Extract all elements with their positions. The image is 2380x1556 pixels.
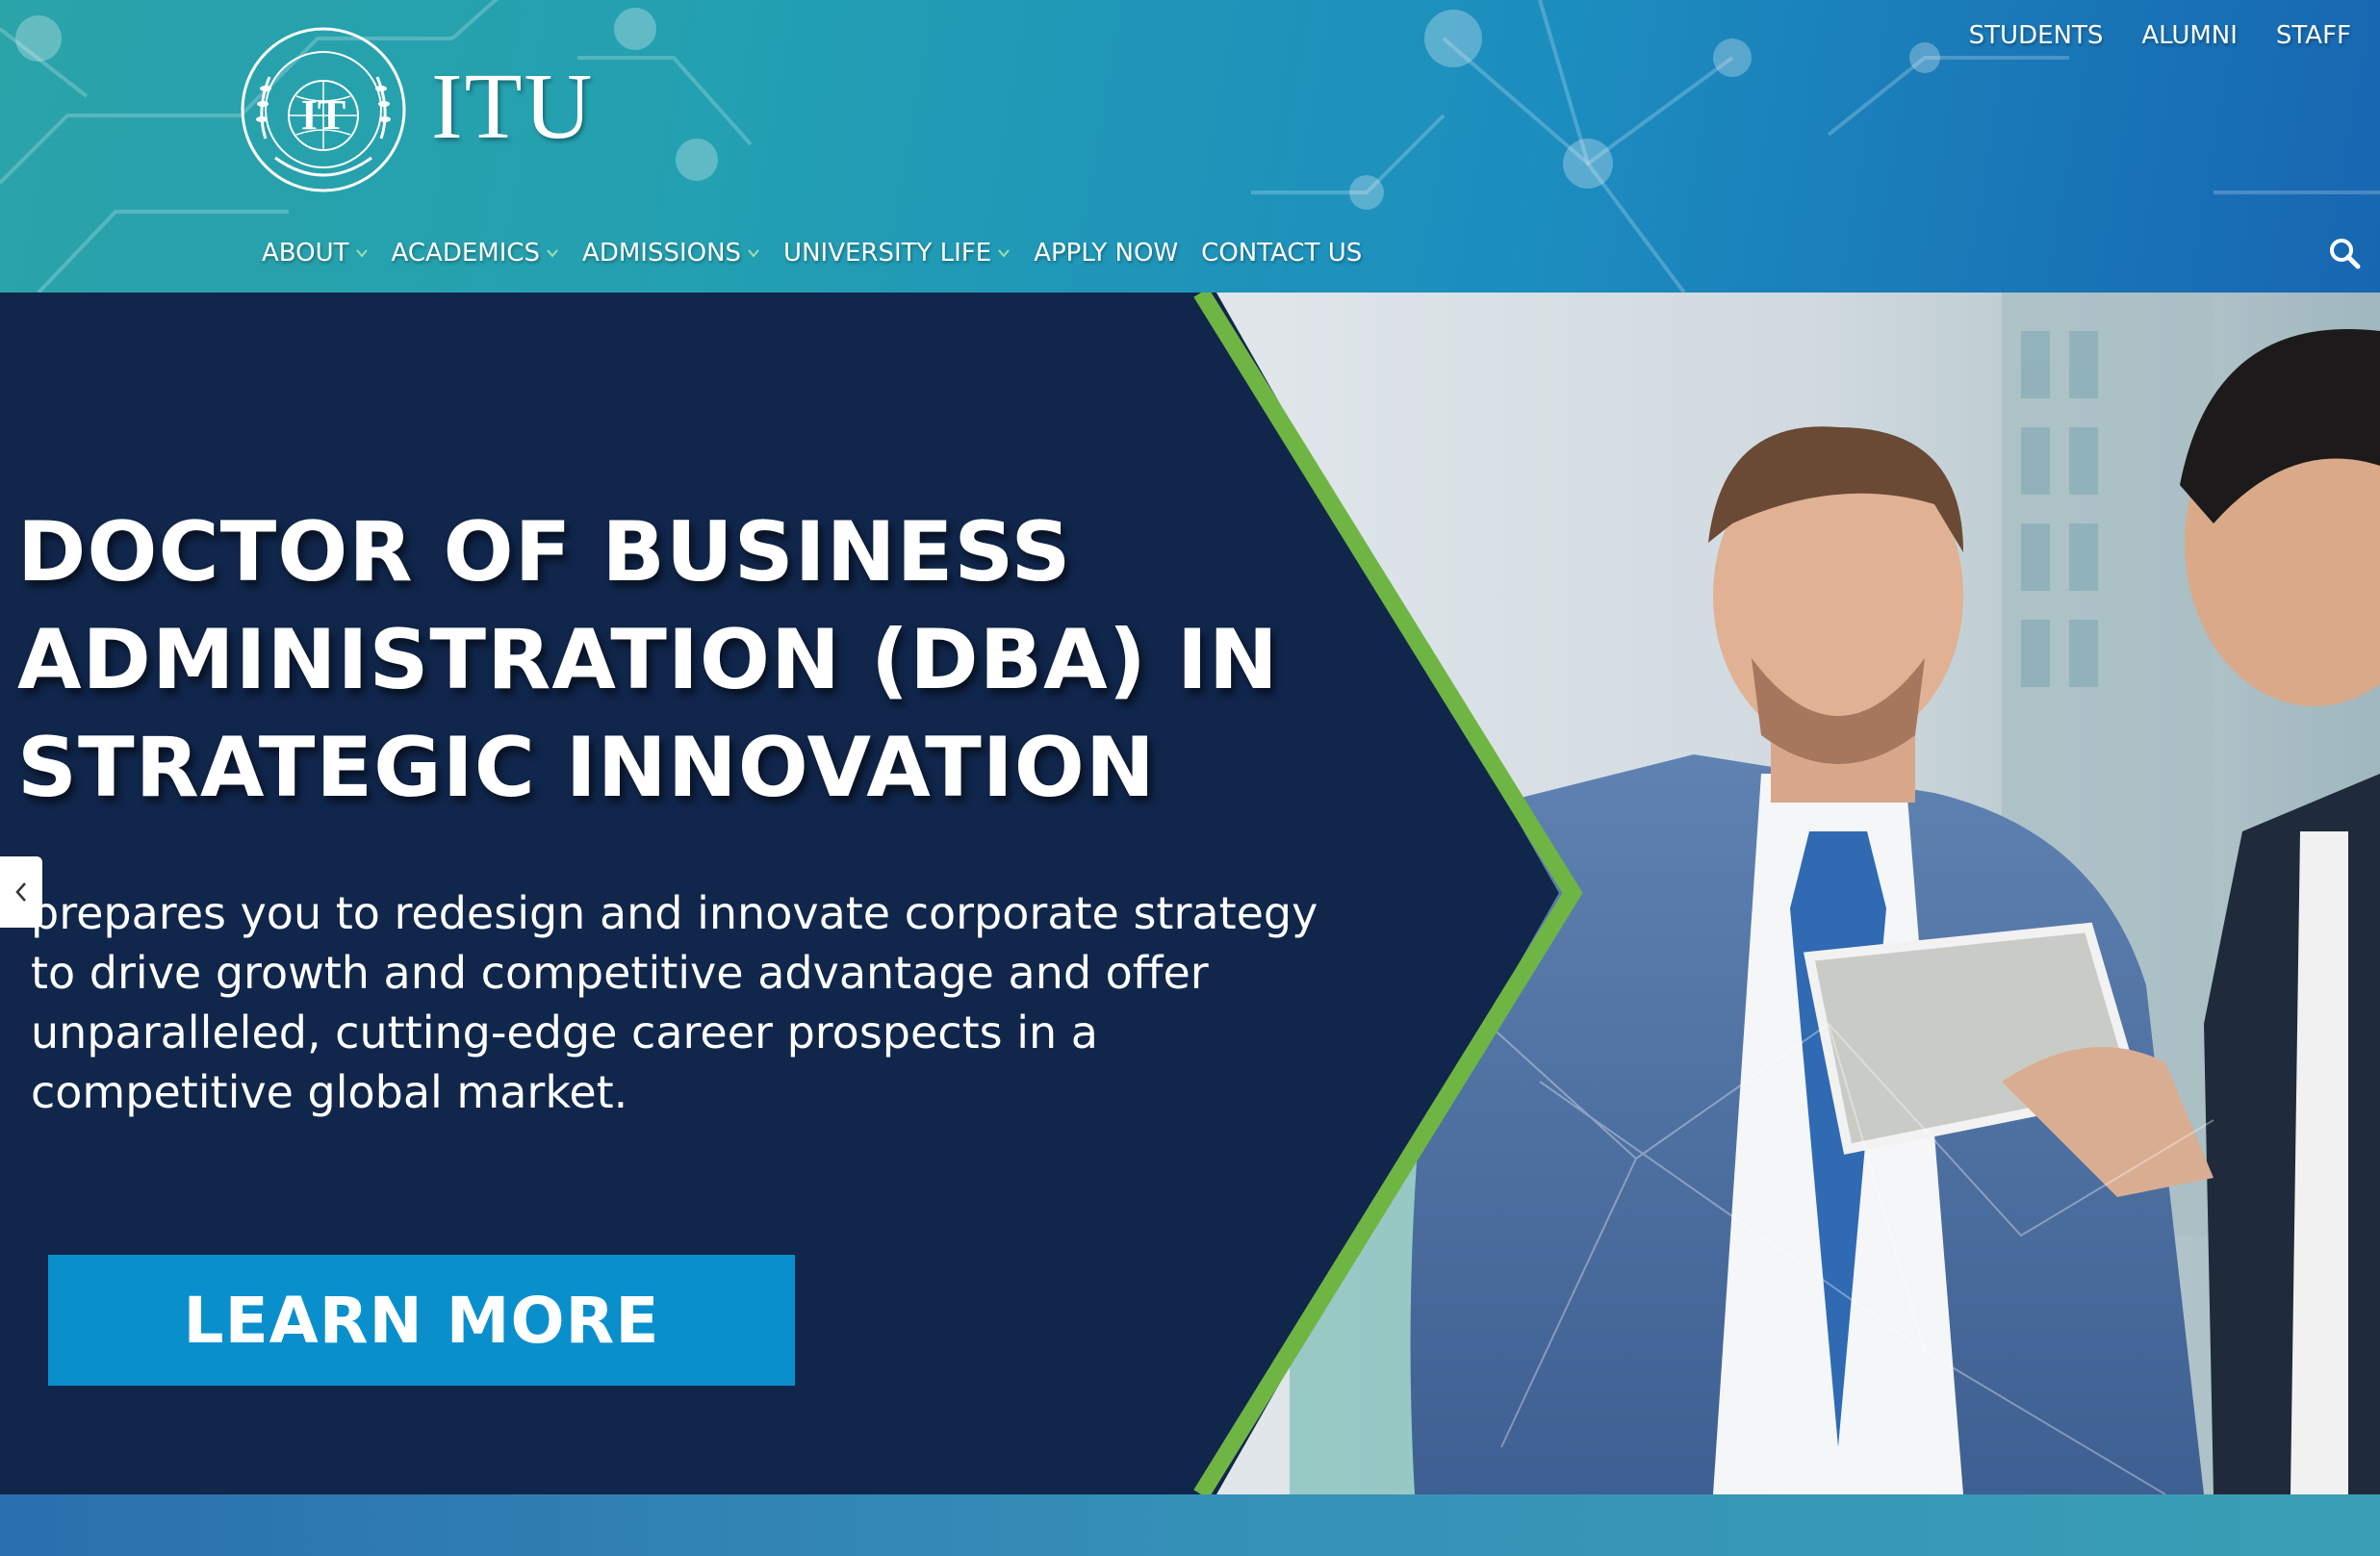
chevron-down-icon <box>748 249 759 258</box>
util-link-students[interactable]: STUDENTS <box>1969 21 2104 50</box>
nav-label: ACADEMICS <box>391 239 541 268</box>
brand-name[interactable]: ITU <box>431 54 594 160</box>
nav-item-apply-now[interactable]: APPLY NOW <box>1034 239 1178 268</box>
site-header: IT ITU STUDENTS ALUMNI STAFF ABOUT ACADE… <box>0 0 2380 293</box>
itu-seal-logo[interactable]: IT <box>237 23 410 196</box>
slider-prev-button[interactable] <box>0 856 42 928</box>
main-nav: ABOUT ACADEMICS ADMISSIONS UNIVERSITY LI… <box>262 239 1362 268</box>
nav-label: ADMISSIONS <box>582 239 742 268</box>
nav-item-about[interactable]: ABOUT <box>262 239 369 268</box>
nav-label: UNIVERSITY LIFE <box>783 239 992 268</box>
utility-nav: STUDENTS ALUMNI STAFF <box>1969 21 2351 50</box>
chevron-down-icon <box>355 249 368 258</box>
chevron-down-icon <box>547 249 558 258</box>
nav-label: ABOUT <box>262 239 349 268</box>
hero-subtitle: prepares you to redesign and innovate co… <box>31 887 1318 1118</box>
hero-slider: DOCTOR OF BUSINESS ADMINISTRATION (DBA) … <box>0 293 2380 1494</box>
nav-item-academics[interactable]: ACADEMICS <box>392 239 559 268</box>
nav-label: APPLY NOW <box>1034 239 1179 268</box>
util-link-alumni[interactable]: ALUMNI <box>2141 21 2238 50</box>
section-divider-strip <box>0 1494 2380 1556</box>
chevron-down-icon <box>998 249 1010 258</box>
util-link-staff[interactable]: STAFF <box>2276 21 2351 50</box>
nav-item-university-life[interactable]: UNIVERSITY LIFE <box>783 239 1011 268</box>
chevron-left-icon <box>15 882 26 902</box>
search-icon[interactable] <box>2328 237 2361 269</box>
learn-more-button[interactable]: LEARN MORE <box>48 1255 795 1386</box>
nav-item-admissions[interactable]: ADMISSIONS <box>582 239 760 268</box>
nav-label: CONTACT US <box>1201 239 1363 268</box>
svg-text:IT: IT <box>301 91 345 139</box>
nav-item-contact-us[interactable]: CONTACT US <box>1201 239 1362 268</box>
hero-title: DOCTOR OF BUSINESS ADMINISTRATION (DBA) … <box>17 504 1279 816</box>
